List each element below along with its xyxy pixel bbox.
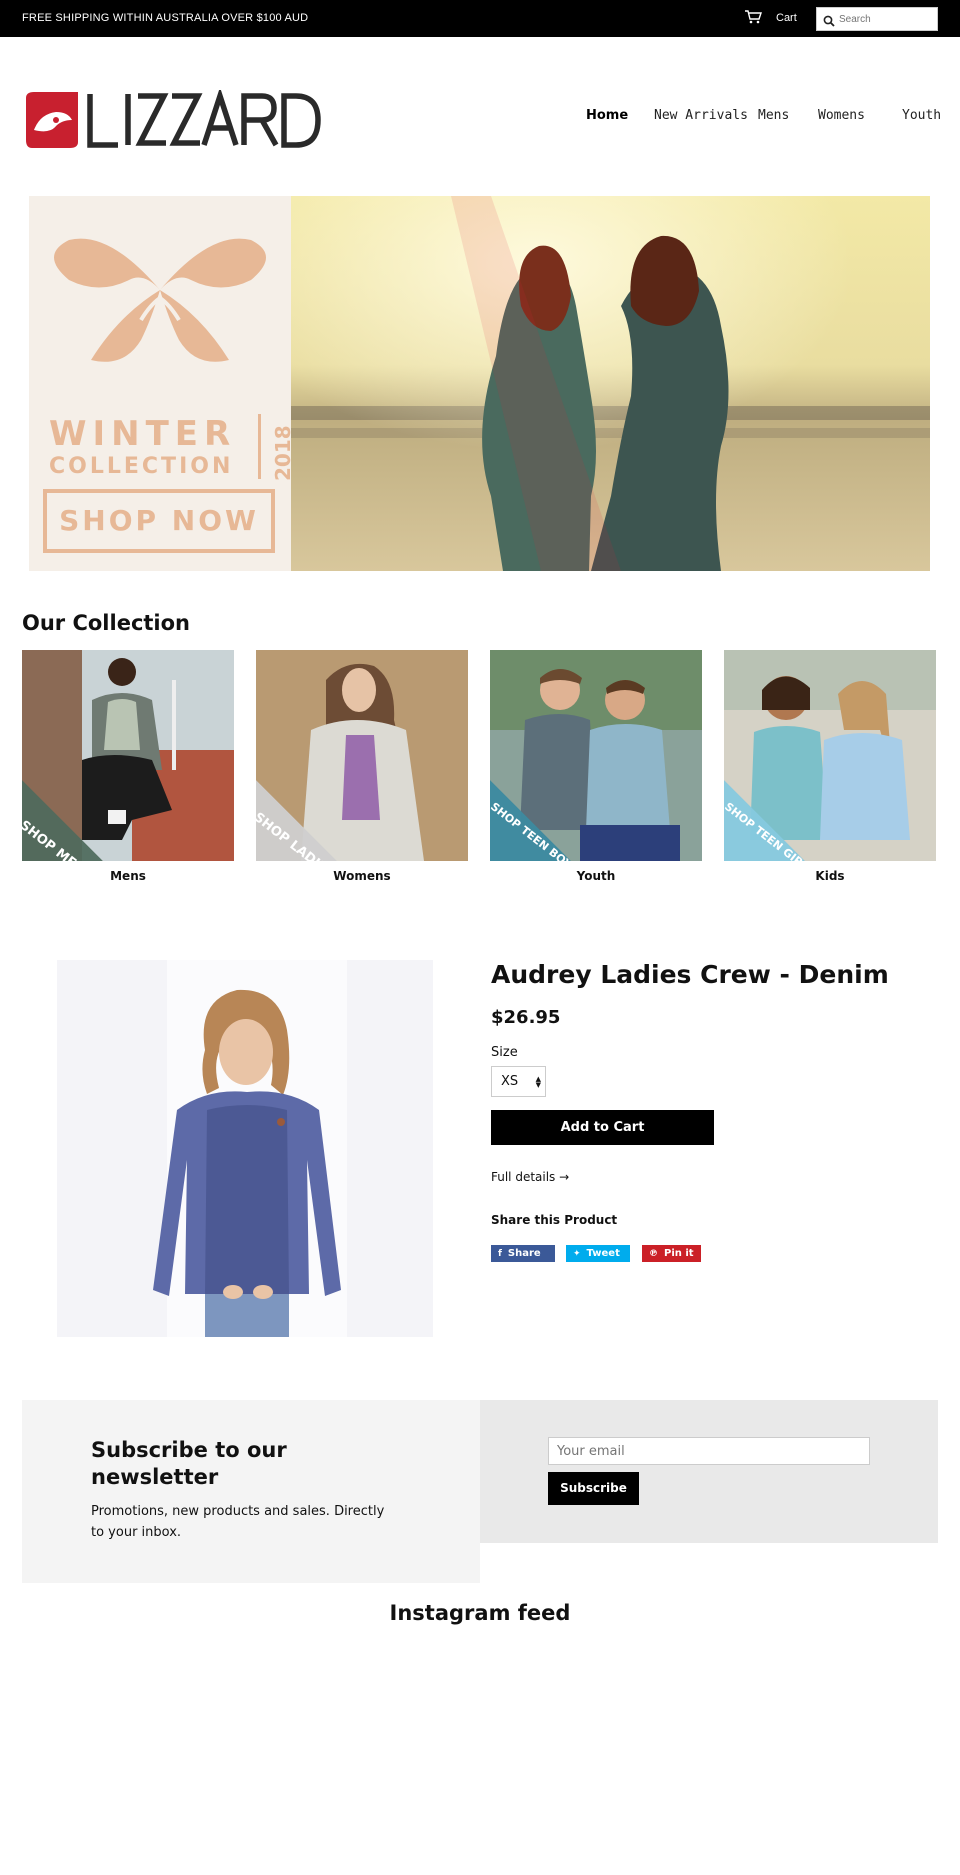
winter-heading: WINTER: [49, 414, 237, 454]
hero-slideshow[interactable]: WINTER COLLECTION 2018 SHOP NOW: [29, 196, 930, 571]
newsletter-info: Subscribe to our newsletter Promotions, …: [22, 1400, 480, 1583]
promo-divider: [258, 414, 261, 479]
size-selected-value: XS: [501, 1074, 519, 1089]
collection-image-womens[interactable]: SHOP LADIES: [256, 650, 468, 861]
facebook-icon: f: [498, 1249, 502, 1259]
collection-label-kids[interactable]: Kids: [724, 869, 936, 883]
newsletter-description: Promotions, new products and sales. Dire…: [91, 1504, 385, 1540]
collection-card-womens[interactable]: SHOP LADIES Womens: [256, 650, 468, 883]
collection-heading-title: Our Collection: [22, 611, 191, 635]
collection-image-mens[interactable]: SHOP MENS: [22, 650, 234, 861]
lizzard-logo[interactable]: [22, 90, 322, 150]
collection-image-kids[interactable]: SHOP TEEN GIRLS: [724, 650, 936, 861]
shop-now-button[interactable]: SHOP NOW: [43, 489, 275, 553]
newsletter-title: Subscribe to our newsletter: [91, 1438, 287, 1489]
add-to-cart-button[interactable]: Add to Cart: [491, 1110, 714, 1145]
collection-heading: COLLECTION: [49, 454, 234, 479]
facebook-share-button[interactable]: f Share: [491, 1245, 555, 1262]
subscribe-button[interactable]: Subscribe: [548, 1472, 639, 1505]
pinterest-share-label: Pin it: [664, 1248, 694, 1259]
share-heading: Share this Product: [491, 1213, 618, 1227]
nav-new-arrivals[interactable]: New Arrivals: [654, 108, 748, 123]
pinterest-icon: ℗: [649, 1249, 658, 1259]
free-shipping-text: FREE SHIPPING WITHIN AUSTRALIA OVER $100…: [22, 12, 309, 24]
cart-link[interactable]: Cart: [776, 12, 797, 24]
newsletter-email-input[interactable]: [548, 1437, 870, 1465]
size-select[interactable]: XS ▲ ▼: [491, 1066, 546, 1097]
nav-home[interactable]: Home: [586, 108, 628, 123]
winter-collection-promo[interactable]: WINTER COLLECTION 2018 SHOP NOW: [29, 196, 295, 571]
pinterest-share-button[interactable]: ℗ Pin it: [642, 1245, 701, 1262]
collection-image-youth[interactable]: SHOP TEEN BOYS: [490, 650, 702, 861]
cart-icon[interactable]: [744, 10, 762, 24]
search-box[interactable]: [816, 7, 938, 31]
select-arrows-icon: ▲ ▼: [535, 1075, 541, 1089]
collection-label-youth[interactable]: Youth: [490, 869, 702, 883]
collection-card-mens[interactable]: SHOP MENS Mens: [22, 650, 234, 883]
butterfly-icon: [54, 238, 266, 362]
twitter-icon: ✦: [573, 1249, 581, 1259]
collection-card-youth[interactable]: SHOP TEEN BOYS Youth: [490, 650, 702, 883]
collection-label-womens[interactable]: Womens: [256, 869, 468, 883]
search-input[interactable]: [839, 11, 933, 27]
instagram-feed-title: Instagram feed: [389, 1601, 571, 1625]
announcement-bar: FREE SHIPPING WITHIN AUSTRALIA OVER $100…: [0, 0, 960, 37]
collection-card-kids[interactable]: SHOP TEEN GIRLS Kids: [724, 650, 936, 883]
full-details-link[interactable]: Full details →: [491, 1170, 569, 1184]
size-label: Size: [491, 1045, 518, 1060]
facebook-share-label: Share: [507, 1248, 541, 1259]
twitter-share-button[interactable]: ✦ Tweet: [566, 1245, 630, 1262]
nav-youth[interactable]: Youth: [902, 108, 941, 123]
nav-womens[interactable]: Womens: [818, 108, 865, 123]
product-image[interactable]: [57, 960, 433, 1337]
search-icon[interactable]: [822, 14, 836, 28]
nav-mens[interactable]: Mens: [758, 108, 789, 123]
product-title: Audrey Ladies Crew - Denim: [491, 960, 889, 989]
twitter-share-label: Tweet: [586, 1248, 620, 1259]
collection-label-mens[interactable]: Mens: [22, 869, 234, 883]
newsletter-form: Subscribe: [480, 1400, 938, 1543]
hero-beach-photo: [291, 196, 930, 571]
product-price: $26.95: [491, 1007, 561, 1028]
